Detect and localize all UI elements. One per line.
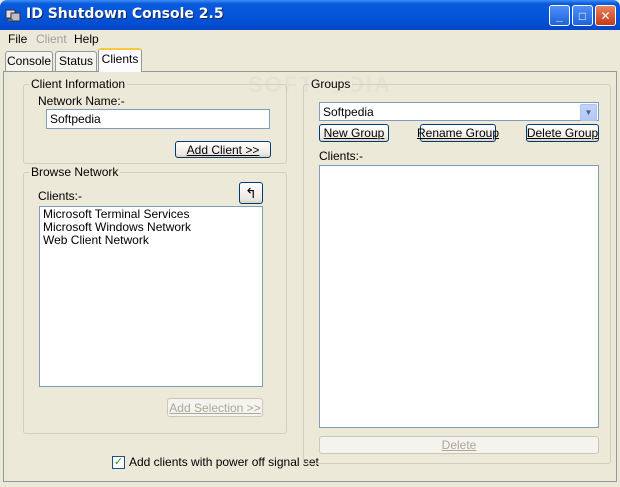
client-information-label: Client Information — [29, 77, 128, 91]
power-off-checkbox[interactable]: ✓ — [112, 456, 125, 469]
rename-group-button[interactable]: Rename Group — [416, 124, 500, 142]
add-client-label: Add Client >> — [186, 142, 260, 157]
delete-label: Delete — [441, 438, 477, 452]
tab-console[interactable]: Console — [5, 51, 53, 71]
browse-clients-label: Clients:- — [38, 189, 83, 203]
menu-bar: File Client Help — [0, 30, 620, 48]
group-select-value: Softpedia — [323, 105, 374, 119]
groups-label: Groups — [309, 77, 353, 91]
group-select[interactable]: Softpedia ▼ — [319, 102, 599, 121]
minimize-icon: _ — [556, 8, 563, 23]
delete-group-label: Delete Group — [526, 126, 599, 140]
network-list[interactable]: Microsoft Terminal Services Microsoft Wi… — [39, 206, 263, 387]
network-name-input[interactable] — [46, 109, 270, 129]
maximize-button[interactable]: □ — [572, 5, 593, 26]
app-icon — [5, 9, 21, 22]
minimize-button[interactable]: _ — [549, 5, 570, 26]
menu-help[interactable]: Help — [74, 32, 99, 46]
menu-client[interactable]: Client — [36, 32, 67, 46]
browse-network-label: Browse Network — [29, 165, 121, 179]
new-group-label: New Group — [323, 126, 385, 140]
maximize-icon: □ — [578, 8, 587, 23]
add-selection-button[interactable]: Add Selection >> — [167, 398, 263, 417]
power-off-label: Add clients with power off signal set — [129, 455, 319, 469]
close-icon: ✕ — [600, 8, 611, 23]
tab-status[interactable]: Status — [55, 51, 97, 71]
group-clients-label: Clients:- — [319, 149, 364, 163]
title-bar[interactable]: ID Shutdown Console 2.5 _ □ ✕ — [0, 0, 620, 30]
window-title: ID Shutdown Console 2.5 — [26, 6, 224, 22]
add-selection-label: Add Selection >> — [169, 400, 261, 415]
list-item[interactable]: Web Client Network — [40, 234, 262, 247]
up-arrow-icon: ↰ — [245, 184, 257, 201]
add-client-button[interactable]: Add Client >> — [175, 141, 271, 158]
group-clients-list[interactable] — [319, 165, 599, 428]
tab-clients[interactable]: Clients — [98, 48, 142, 72]
menu-file[interactable]: File — [8, 32, 27, 46]
checkmark-icon: ✓ — [113, 456, 124, 468]
dropdown-icon[interactable]: ▼ — [580, 104, 597, 121]
rename-group-label: Rename Group — [416, 126, 500, 140]
delete-button[interactable]: Delete — [319, 436, 599, 454]
up-level-button[interactable]: ↰ — [239, 182, 263, 204]
new-group-button[interactable]: New Group — [319, 124, 389, 142]
delete-group-button[interactable]: Delete Group — [526, 124, 599, 142]
close-button[interactable]: ✕ — [595, 5, 616, 26]
network-name-label: Network Name:- — [38, 94, 125, 108]
